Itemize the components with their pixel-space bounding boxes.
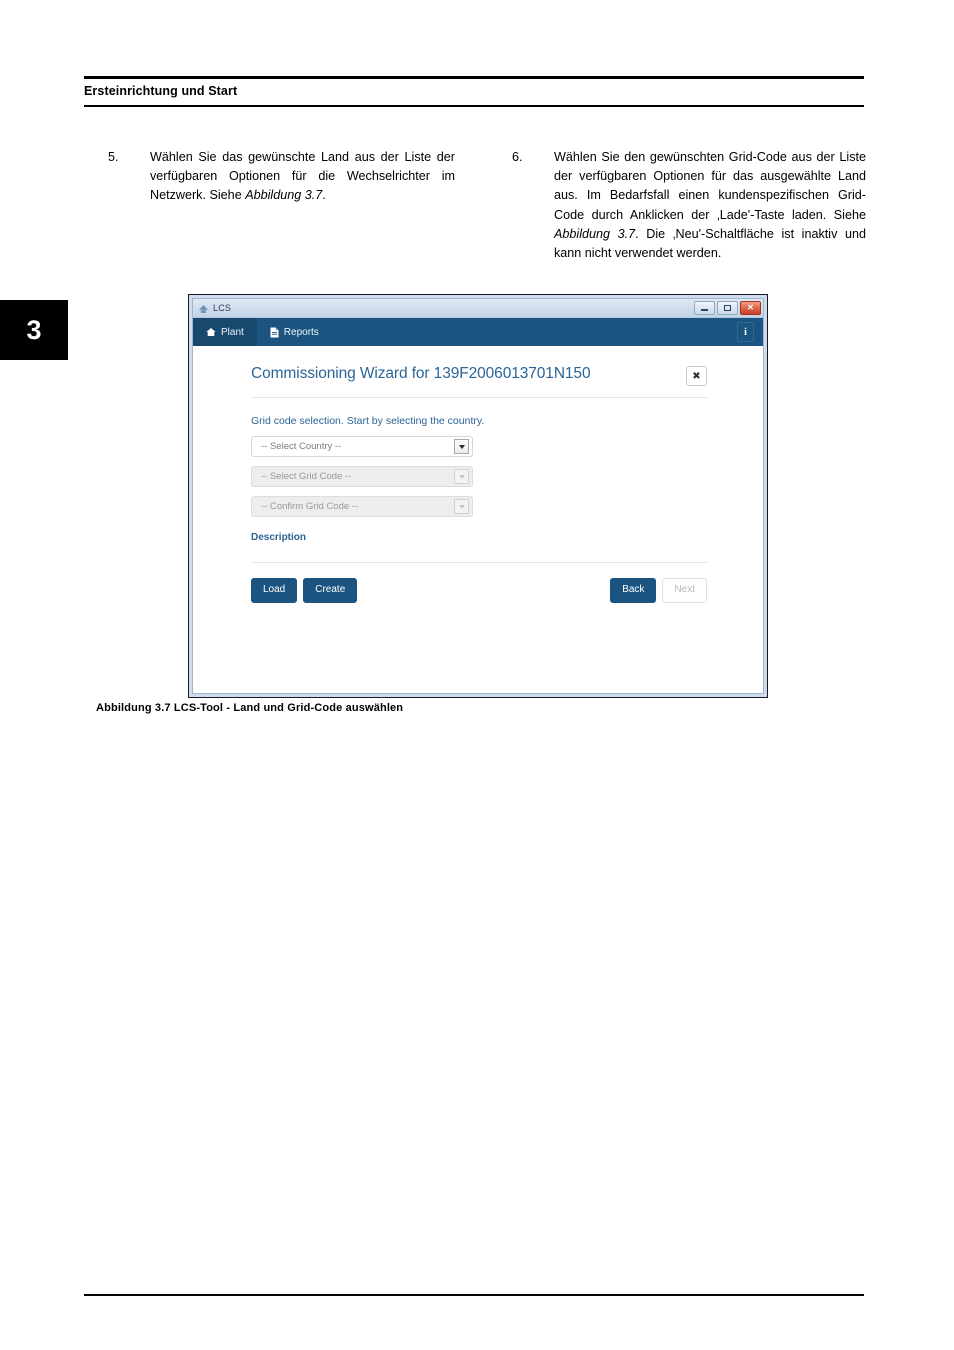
wizard-close-button[interactable]: ✖ xyxy=(686,366,707,386)
select-country-value: -- Select Country -- xyxy=(261,441,342,452)
nav-item-reports-label: Reports xyxy=(283,326,319,338)
window-title: LCS xyxy=(213,303,232,313)
close-icon[interactable]: ✕ xyxy=(740,301,761,315)
chapter-tab: 3 xyxy=(0,300,68,360)
header-rule-bottom xyxy=(84,105,864,107)
create-button[interactable]: Create xyxy=(303,578,358,603)
confirm-grid-code-value: -- Confirm Grid Code -- xyxy=(261,501,359,512)
minimize-icon[interactable] xyxy=(694,301,715,315)
step-text: Wählen Sie den gewünschten Grid-Code aus… xyxy=(554,148,866,263)
footer-rule xyxy=(84,1294,864,1296)
step-number: 6. xyxy=(512,150,523,164)
chevron-down-icon xyxy=(454,499,469,514)
app-window: LCS ✕ Plant Reports i Commissioning Wiza… xyxy=(188,294,768,698)
document-page: Ersteinrichtung und Start 3 5. Wählen Si… xyxy=(0,0,954,1350)
app-window-inner: LCS ✕ Plant Reports i Commissioning Wiza… xyxy=(192,298,764,694)
figure-screenshot: LCS ✕ Plant Reports i Commissioning Wiza… xyxy=(188,294,768,698)
next-button: Next xyxy=(662,578,707,603)
step-text-tail: . xyxy=(322,188,326,203)
step-item-6: 6. Wählen Sie den gewünschten Grid-Code … xyxy=(512,148,866,263)
nav-item-reports[interactable]: Reports xyxy=(257,318,332,346)
info-label: i xyxy=(744,326,747,338)
select-grid-code-value: -- Select Grid Code -- xyxy=(261,471,352,482)
step-item-5: 5. Wählen Sie das gewünschte Land aus de… xyxy=(108,148,455,206)
select-grid-code[interactable]: -- Select Grid Code -- xyxy=(251,466,473,487)
wizard-button-row: Load Create Back Next xyxy=(251,578,707,603)
nav-item-plant[interactable]: Plant xyxy=(193,318,257,346)
back-button[interactable]: Back xyxy=(610,578,657,603)
app-navbar: Plant Reports i xyxy=(193,318,763,346)
wizard-header-divider xyxy=(251,397,707,398)
step-text-figure-ref: Abbildung 3.7 xyxy=(245,188,323,203)
running-head: Ersteinrichtung und Start xyxy=(84,84,238,98)
load-button[interactable]: Load xyxy=(251,578,298,603)
step-text-lead: Wählen Sie den gewünschten Grid-Code aus… xyxy=(554,150,866,222)
chevron-down-icon xyxy=(454,469,469,484)
step-number: 5. xyxy=(108,150,119,164)
step-text: Wählen Sie das gewünschte Land aus der L… xyxy=(150,148,455,206)
wizard-footer-divider xyxy=(251,562,707,563)
commissioning-wizard: Commissioning Wizard for 139F2006013701N… xyxy=(193,346,763,693)
file-icon xyxy=(270,327,279,338)
figure-caption: Abbildung 3.7 LCS-Tool - Land und Grid-C… xyxy=(96,702,404,714)
home-icon xyxy=(206,327,216,337)
confirm-grid-code[interactable]: -- Confirm Grid Code -- xyxy=(251,496,473,517)
wizard-title: Commissioning Wizard for 139F2006013701N… xyxy=(251,365,591,382)
app-icon xyxy=(198,303,209,314)
select-country[interactable]: -- Select Country -- xyxy=(251,436,473,457)
window-controls: ✕ xyxy=(694,301,761,315)
chapter-number: 3 xyxy=(26,314,42,345)
description-label: Description xyxy=(251,532,307,543)
wizard-intro-text: Grid code selection. Start by selecting … xyxy=(251,415,485,427)
window-titlebar: LCS ✕ xyxy=(193,299,763,318)
header-rule-top xyxy=(84,76,864,79)
navbar-spacer xyxy=(332,318,737,346)
step-text-figure-ref: Abbildung 3.7 xyxy=(554,226,636,241)
close-icon: ✖ xyxy=(692,370,701,382)
maximize-icon[interactable] xyxy=(717,301,738,315)
wizard-header: Commissioning Wizard for 139F2006013701N… xyxy=(251,365,707,386)
chevron-down-icon xyxy=(454,439,469,454)
nav-item-plant-label: Plant xyxy=(221,326,244,338)
info-icon[interactable]: i xyxy=(737,322,754,342)
